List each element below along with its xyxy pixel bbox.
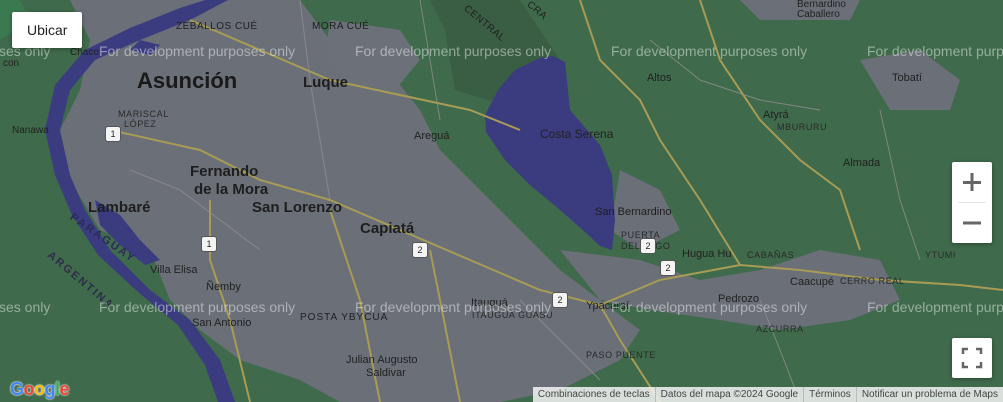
label-altos: Altos (647, 72, 672, 84)
zoom-control (952, 162, 992, 243)
label-chaco: Chaco (70, 47, 99, 58)
watermark-text: For development purposes only (867, 43, 1003, 59)
zoom-out-button[interactable] (952, 203, 992, 243)
label-caballero: Caballero (797, 9, 840, 20)
label-saldivar: Saldivar (366, 367, 406, 379)
google-logo[interactable]: Google (10, 379, 70, 400)
label-cabanas: CABAÑAS (747, 250, 795, 260)
label-con-partial: con (3, 58, 20, 69)
label-luque: Luque (303, 74, 348, 91)
label-san-bernardino: San Bernardino (595, 206, 672, 218)
label-mora-cue: MORA CUÉ (312, 21, 370, 32)
label-atyra: Atyrá (763, 109, 789, 121)
map-data-text: Datos del mapa ©2024 Google (654, 387, 803, 402)
label-villa-elisa: Villa Elisa (150, 264, 198, 276)
label-asuncion: Asunción (137, 68, 238, 93)
label-costa-serena: Costa Serena (540, 127, 614, 141)
label-cerro-real: CERRO REAL (840, 276, 905, 286)
label-caacupe: Caacupé (790, 276, 835, 288)
minus-icon (963, 221, 981, 225)
locate-button[interactable]: Ubicar (12, 12, 83, 48)
terms-link[interactable]: Términos (803, 387, 856, 402)
watermark-text: For development purposes only (355, 43, 552, 59)
label-nemby: Ñemby (206, 281, 241, 293)
watermark-text: For development purposes only (611, 299, 808, 315)
label-nanawa: Nanawa (12, 125, 49, 136)
watermark-text: ses only (0, 299, 51, 315)
label-capiata: Capiatá (360, 220, 415, 237)
watermark-text: For development purposes only (99, 43, 296, 59)
route-shield: 1 (201, 236, 217, 252)
label-fernando: Fernando (190, 163, 259, 180)
route-shield: 2 (552, 292, 568, 308)
label-julian-augusto: Julian Augusto (346, 354, 418, 366)
fullscreen-icon (961, 347, 983, 369)
keyboard-shortcuts-link[interactable]: Combinaciones de teclas (533, 387, 655, 402)
label-mbururu: MBURURU (777, 122, 828, 132)
label-tobati: Tobatí (892, 72, 922, 84)
label-azcurra: AZCURRA (756, 324, 804, 334)
label-mariscal: MARISCAL (118, 109, 169, 119)
route-shield: 2 (660, 260, 676, 276)
route-shield: 2 (640, 238, 656, 254)
watermark-text: For development purposes only (611, 43, 808, 59)
route-shield: 2 (412, 242, 428, 258)
zoom-in-button[interactable] (952, 162, 992, 202)
label-de-la-mora: de la Mora (194, 181, 269, 198)
label-zeballos-cue: ZEBALLOS CUÉ (176, 21, 258, 32)
map-view[interactable]: Asunción Luque Fernando de la Mora San L… (0, 0, 1003, 402)
watermark-text: For development purposes only (355, 299, 552, 315)
label-paso-puente: PASO PUENTE (586, 350, 656, 360)
fullscreen-button[interactable] (952, 338, 992, 378)
label-san-antonio: San Antonio (192, 317, 252, 329)
attribution-bar: Combinaciones de teclas Datos del mapa ©… (532, 387, 1003, 402)
watermark-text: For development purposes only (867, 299, 1003, 315)
label-almada: Almada (843, 157, 881, 169)
watermark-text: For development purposes only (99, 299, 296, 315)
plus-icon (963, 173, 981, 191)
label-aregua: Areguá (414, 130, 450, 142)
label-hugua-hu: Hugua Hu (682, 248, 732, 260)
report-problem-link[interactable]: Notificar un problema de Maps (855, 387, 1003, 402)
label-lambare: Lambaré (88, 199, 151, 216)
label-lopez: LÓPEZ (124, 119, 157, 129)
label-ytumi: YTUMI (925, 250, 956, 260)
route-shield: 1 (105, 126, 121, 142)
label-san-lorenzo: San Lorenzo (252, 199, 343, 216)
